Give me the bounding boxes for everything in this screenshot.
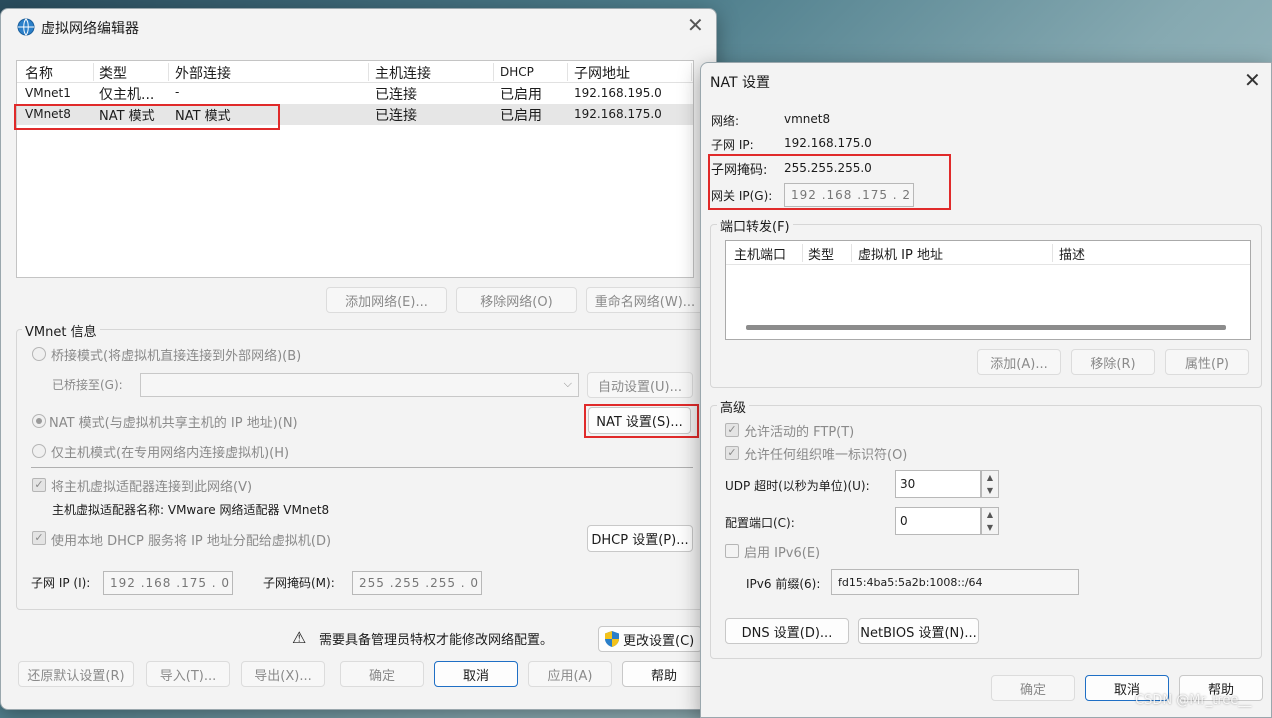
table-cell: 仅主机... [99,87,155,103]
column-header[interactable]: 外部连接 [175,63,231,83]
admin-warning-text: 需要具备管理员特权才能修改网络配置。 [319,633,554,648]
list-header: 主机端口 类型 虚拟机 IP 地址 描述 [726,241,1250,265]
separator [31,467,693,468]
table-cell: 已启用 [500,87,542,103]
chevron-down-icon: ⌵ [563,377,572,390]
column-header[interactable]: 类型 [99,63,127,83]
column-header[interactable]: DHCP [500,65,534,79]
bridged-radio[interactable] [32,347,46,361]
highlight-box [584,404,699,438]
restore-defaults-button[interactable]: 还原默认设置(R) [18,661,134,687]
add-button[interactable]: 添加(A)... [977,349,1061,375]
config-port-stepper[interactable]: ▲ ▼ [981,507,999,535]
list-header: 名称 类型 外部连接 主机连接 DHCP 子网地址 [17,61,693,83]
network-list[interactable]: 名称 类型 外部连接 主机连接 DHCP 子网地址 VMnet1 仅主机... … [16,60,694,278]
port-forwarding-label: 端口转发(F) [717,216,793,235]
add-network-button[interactable]: 添加网络(E)... [326,287,447,313]
highlight-box [14,104,280,130]
config-port-label: 配置端口(C): [725,516,795,530]
use-dhcp-label: 使用本地 DHCP 服务将 IP 地址分配给虚拟机(D) [51,534,332,549]
table-cell: - [175,85,180,99]
column-header[interactable]: 子网地址 [574,63,630,83]
subnet-ip-label: 子网 IP (I): [31,576,91,590]
column-header[interactable]: 虚拟机 IP 地址 [858,244,943,263]
ipv6-prefix-field[interactable]: fd15:4ba5:5a2b:1008::/64 [831,569,1079,595]
column-header[interactable]: 名称 [25,63,53,83]
connect-adapter-label: 将主机虚拟适配器连接到此网络(V) [51,480,253,495]
table-cell: 已启用 [500,108,542,124]
nat-mode-radio[interactable] [32,414,46,428]
globe-icon [17,18,35,36]
warning-icon: ⚠ [292,628,307,647]
allow-oui-label: 允许任何组织唯一标识符(O) [744,448,908,463]
nat-settings-window: NAT 设置 ✕ 网络: vmnet8 子网 IP: 192.168.175.0… [700,62,1272,718]
shield-icon [603,630,621,648]
bridged-label: 桥接模式(将虚拟机直接连接到外部网络)(B) [51,349,302,364]
remove-network-button[interactable]: 移除网络(O) [456,287,577,313]
subnet-mask-label: 子网掩码(M): [263,576,335,590]
virtual-network-editor-window: 虚拟网络编辑器 ✕ 名称 类型 外部连接 主机连接 DHCP 子网地址 VMne… [0,8,717,710]
column-header[interactable]: 描述 [1059,244,1085,263]
table-row[interactable]: VMnet1 仅主机... - 已连接 已启用 192.168.195.0 [17,83,693,104]
subnet-mask-field[interactable]: 255 .255 .255 . 0 [352,571,482,595]
highlight-box [708,154,951,210]
ok-button[interactable]: 确定 [340,661,424,687]
bridged-to-label: 已桥接至(G): [52,378,123,392]
subnet-ip-label: 子网 IP: [711,138,754,152]
export-button[interactable]: 导出(X)... [241,661,325,687]
table-cell: 192.168.195.0 [574,86,662,100]
rename-network-button[interactable]: 重命名网络(W)... [586,287,704,313]
subnet-ip-value: 192.168.175.0 [784,136,872,150]
network-label: 网络: [711,114,740,128]
help-button[interactable]: 帮助 [622,661,706,687]
window-title: NAT 设置 [710,75,770,91]
allow-oui-checkbox[interactable]: ✓ [725,446,739,460]
port-forwarding-list[interactable]: 主机端口 类型 虚拟机 IP 地址 描述 [725,240,1251,340]
subnet-ip-field[interactable]: 192 .168 .175 . 0 [103,571,233,595]
ok-button[interactable]: 确定 [991,675,1075,701]
config-port-input[interactable]: 0 [895,507,981,535]
apply-button[interactable]: 应用(A) [528,661,612,687]
column-header[interactable]: 主机连接 [375,63,431,83]
table-cell: 已连接 [375,87,417,103]
use-dhcp-checkbox[interactable]: ✓ [32,531,46,545]
cancel-button[interactable]: 取消 [434,661,518,687]
host-only-label: 仅主机模式(在专用网络内连接虚拟机)(H) [51,446,290,461]
bridged-to-select[interactable]: ⌵ [140,373,579,397]
table-cell: 已连接 [375,108,417,124]
enable-ipv6-label: 启用 IPv6(E) [744,546,821,561]
properties-button[interactable]: 属性(P) [1165,349,1249,375]
dns-settings-button[interactable]: DNS 设置(D)... [725,618,849,644]
dhcp-settings-button[interactable]: DHCP 设置(P)... [587,525,693,552]
window-title: 虚拟网络编辑器 [41,21,139,37]
import-button[interactable]: 导入(T)... [146,661,230,687]
close-icon[interactable]: ✕ [687,13,704,37]
column-header[interactable]: 主机端口 [734,244,786,263]
allow-ftp-checkbox[interactable]: ✓ [725,423,739,437]
watermark: CSDN @Mr_tree__ [1135,693,1252,708]
host-only-radio[interactable] [32,444,46,458]
table-cell: VMnet1 [25,86,71,100]
column-header[interactable]: 类型 [808,244,834,263]
adapter-name-label: 主机虚拟适配器名称: VMware 网络适配器 VMnet8 [52,503,330,517]
vmnet-info-label: VMnet 信息 [22,321,100,340]
udp-timeout-stepper[interactable]: ▲ ▼ [981,470,999,498]
change-settings-label: 更改设置(C) [623,633,695,649]
udp-timeout-label: UDP 超时(以秒为单位)(U): [725,479,870,493]
close-icon[interactable]: ✕ [1244,68,1261,92]
nat-mode-label: NAT 模式(与虚拟机共享主机的 IP 地址)(N) [49,416,298,431]
remove-button[interactable]: 移除(R) [1071,349,1155,375]
netbios-settings-button[interactable]: NetBIOS 设置(N)... [858,618,979,644]
table-cell: 192.168.175.0 [574,107,662,121]
advanced-label: 高级 [717,397,750,416]
connect-adapter-checkbox[interactable]: ✓ [32,478,46,492]
udp-timeout-input[interactable]: 30 [895,470,981,498]
horizontal-scrollbar[interactable] [746,325,1226,330]
enable-ipv6-checkbox[interactable] [725,544,739,558]
auto-settings-button[interactable]: 自动设置(U)... [587,372,693,398]
change-settings-button[interactable]: 更改设置(C) [598,626,702,652]
allow-ftp-label: 允许活动的 FTP(T) [744,425,855,440]
ipv6-prefix-label: IPv6 前缀(6): [746,577,821,591]
network-value: vmnet8 [784,112,831,126]
